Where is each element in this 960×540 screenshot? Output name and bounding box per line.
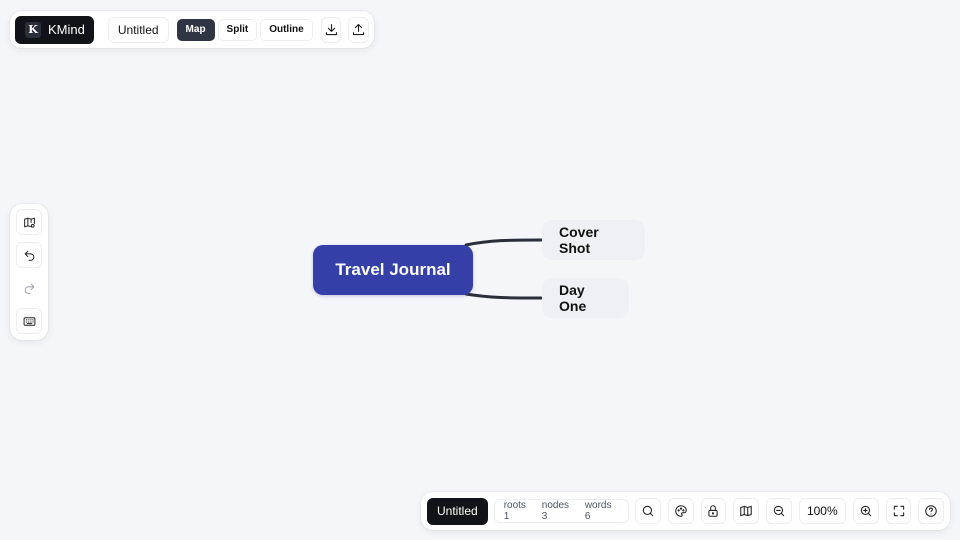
minimap-icon <box>740 505 752 517</box>
root-node-label: Travel Journal <box>335 260 451 279</box>
stat-nodes: nodes 3 <box>541 500 570 522</box>
top-toolbar: K KMind Untitled Map Split Outline <box>10 11 374 48</box>
document-stats: roots 1 nodes 3 words 6 <box>493 499 630 523</box>
download-icon <box>325 23 337 36</box>
upload-button[interactable] <box>348 16 369 43</box>
help-button[interactable] <box>918 498 945 524</box>
zoom-level-display[interactable]: 100% <box>798 498 846 524</box>
link-day-one <box>464 292 543 300</box>
mode-outline-button[interactable]: Outline <box>260 18 313 41</box>
stat-words: words 6 <box>584 500 612 522</box>
keyboard-shortcuts-button[interactable] <box>16 308 42 334</box>
map-settings-button[interactable] <box>16 209 42 235</box>
mindmap-links <box>464 238 543 300</box>
mode-split-button[interactable]: Split <box>217 18 258 41</box>
child-node-label: Cover Shot <box>559 224 599 256</box>
keyboard-icon <box>23 316 35 326</box>
zoom-out-button[interactable] <box>765 498 792 524</box>
lock-icon <box>708 505 719 517</box>
brand-name: KMind <box>48 22 85 37</box>
child-node-cover-shot[interactable]: Cover Shot <box>542 220 645 260</box>
theme-button[interactable] <box>667 498 694 524</box>
stat-roots: roots 1 <box>503 500 526 522</box>
document-title-button[interactable]: Untitled <box>107 16 169 43</box>
kmind-logo-icon: K <box>25 21 41 38</box>
view-mode-switch: Map Split Outline <box>176 18 313 41</box>
theme-palette-icon <box>675 505 687 517</box>
upload-icon <box>353 23 365 36</box>
bottom-status-bar: Untitled roots 1 nodes 3 words 6 100% <box>421 492 950 530</box>
mode-map-button[interactable]: Map <box>176 18 215 41</box>
undo-icon <box>24 250 34 261</box>
help-icon <box>925 505 937 517</box>
brand-logo[interactable]: K KMind <box>15 15 94 44</box>
link-cover-shot <box>464 238 543 247</box>
minimap-button[interactable] <box>733 498 759 524</box>
search-button[interactable] <box>635 498 661 524</box>
left-toolbar <box>10 204 48 340</box>
map-settings-icon <box>23 217 35 228</box>
redo-button[interactable] <box>16 275 42 301</box>
zoom-in-button[interactable] <box>853 498 879 524</box>
mindmap-canvas[interactable]: Travel Journal Cover Shot Day One <box>0 0 960 540</box>
zoom-out-icon <box>773 505 784 517</box>
lock-button[interactable] <box>700 498 727 524</box>
fullscreen-icon <box>893 505 904 517</box>
child-node-label: Day One <box>559 282 587 314</box>
redo-icon <box>24 283 34 294</box>
zoom-in-icon <box>860 505 872 517</box>
child-node-day-one[interactable]: Day One <box>542 278 629 318</box>
download-button[interactable] <box>320 16 342 43</box>
undo-button[interactable] <box>16 242 42 268</box>
document-title-chip[interactable]: Untitled <box>427 497 488 525</box>
root-node-travel-journal[interactable]: Travel Journal <box>313 245 473 295</box>
search-icon <box>642 505 654 517</box>
fullscreen-button[interactable] <box>885 498 912 524</box>
